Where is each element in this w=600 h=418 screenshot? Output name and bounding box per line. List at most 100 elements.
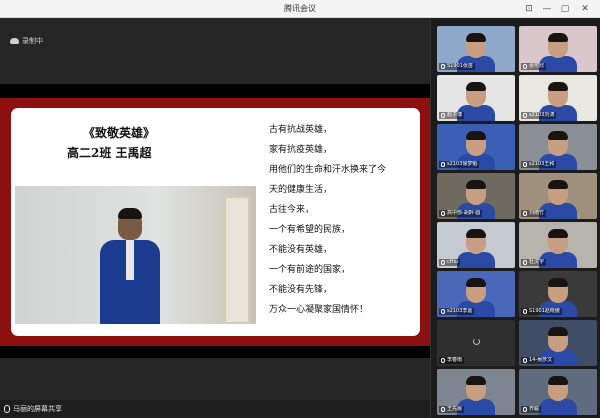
participant-name-text: s2103李嘉 <box>447 308 473 314</box>
mic-icon <box>4 405 10 413</box>
participant-name: 王先晨 <box>439 406 465 413</box>
mic-icon <box>441 407 445 412</box>
participant-name: 刘雨竹 <box>521 210 547 217</box>
participant-tile[interactable]: s2103徐梦魁 <box>437 124 515 170</box>
participant-name: 杜汶宇 <box>521 259 547 266</box>
participant-tile[interactable]: 杜汶宇 <box>519 222 597 268</box>
screen-share-owner: 马丽的屏幕共享 <box>13 405 62 413</box>
participant-face <box>548 327 568 352</box>
poem-line: 不能没有英雄， <box>269 245 333 255</box>
participant-face <box>548 82 568 107</box>
participant-tile[interactable]: s2103李嘉 <box>437 271 515 317</box>
participant-face <box>466 180 486 205</box>
close-button[interactable]: ✕ <box>578 2 592 16</box>
mic-icon <box>441 64 445 69</box>
maximize-button[interactable]: ▢ <box>558 2 572 16</box>
participant-name-text: s2103刘涛 <box>529 112 555 118</box>
participant-tile[interactable]: 刘雨竹 <box>519 173 597 219</box>
participant-face <box>548 278 568 303</box>
participant-face <box>466 82 486 107</box>
participant-name-text: S1901张苗 <box>447 63 473 69</box>
participant-face <box>466 131 486 156</box>
participant-tile[interactable]: cHiu <box>437 222 515 268</box>
poem-line: 用他们的生命和汗水换来了今 <box>269 165 387 175</box>
mic-icon <box>523 113 527 118</box>
slide-content: 《致敬英雄》 高二2班 王禹超 古有抗战英雄， 家有抗疫英雄， 用他们的生命和汗… <box>11 108 420 336</box>
participant-tile[interactable]: S1901赵晓傲 <box>519 271 597 317</box>
poem-line: 家有抗疫英雄， <box>269 145 333 155</box>
mic-icon <box>441 162 445 167</box>
poem-line: 古有抗战英雄， <box>269 125 333 135</box>
poem-line: 天的健康生活， <box>269 185 333 195</box>
participant-face <box>466 278 486 303</box>
participant-face <box>466 33 486 58</box>
participant-tile[interactable]: S1901张苗 <box>437 26 515 72</box>
participant-name: 张可欣 <box>521 63 547 70</box>
participant-tile[interactable]: 赵子博 <box>437 75 515 121</box>
participant-name-text: cHiu <box>447 259 459 265</box>
presentation-slide: 《致敬英雄》 高二2班 王禹超 古有抗战英雄， 家有抗疫英雄， 用他们的生命和汗… <box>0 98 430 346</box>
participant-body <box>539 399 577 415</box>
poem-line: 一个有前途的国家， <box>269 265 351 275</box>
participant-tile[interactable]: 齐聪 <box>519 369 597 415</box>
door <box>224 196 250 324</box>
shared-screen-area: 录制中 《致敬英雄》 高二2班 王禹超 古有抗战英雄， 家有抗疫英雄， 用他们的… <box>0 18 430 400</box>
poem-line: 不能没有先锋， <box>269 285 333 295</box>
participant-face <box>548 131 568 156</box>
poem-line: 古往今来， <box>269 205 315 215</box>
screen-share-label: 马丽的屏幕共享 <box>4 404 62 414</box>
participant-name-text: 杜汶宇 <box>529 259 545 265</box>
participant-tile[interactable]: s2103王和 <box>519 124 597 170</box>
mic-icon <box>441 260 445 265</box>
meeting-window: 腾讯会议 ⊡ — ▢ ✕ 录制中 《致敬英雄》 高二2班 王禹超 古有抗战英雄，… <box>0 0 600 418</box>
loading-icon <box>473 338 480 345</box>
participant-panel: S1901张苗 张可欣赵子博 s2103刘涛 s2103徐梦魁 s2103王和高中部-胡… <box>430 18 600 418</box>
participant-tile[interactable]: 张可欣 <box>519 26 597 72</box>
mic-icon <box>523 64 527 69</box>
mic-icon <box>441 211 445 216</box>
participant-name-text: s2103徐梦魁 <box>447 161 478 167</box>
participant-face <box>548 180 568 205</box>
participant-name-text: 刘雨竹 <box>529 210 545 216</box>
slide-title: 《致敬英雄》 <box>83 126 156 140</box>
participant-face <box>548 376 568 401</box>
participant-tile[interactable]: 14-吴彦文 <box>519 320 597 366</box>
poem-line: 万众一心凝聚家国情怀！ <box>269 305 369 315</box>
participant-name-text: s2103王和 <box>529 161 555 167</box>
participant-tile[interactable]: 高中部-胡黔·圆 <box>437 173 515 219</box>
participant-name: s2103刘涛 <box>521 112 557 119</box>
participant-tile[interactable]: s2103刘涛 <box>519 75 597 121</box>
participant-name-text: 齐聪 <box>529 406 540 412</box>
participant-face <box>466 376 486 401</box>
mic-icon <box>523 211 527 216</box>
mic-icon <box>441 113 445 118</box>
participant-name-text: 李春雨 <box>447 357 463 363</box>
participant-name: 李春雨 <box>439 357 465 364</box>
mic-icon <box>523 260 527 265</box>
embedded-video <box>15 186 256 324</box>
participant-name: S1901赵晓傲 <box>521 308 562 315</box>
participant-name: cHiu <box>439 259 461 266</box>
mic-icon <box>523 358 527 363</box>
participant-face <box>466 229 486 254</box>
mic-icon <box>523 407 527 412</box>
bottom-bar: 马丽的屏幕共享 <box>0 400 430 418</box>
poem-text: 古有抗战英雄， 家有抗疫英雄， 用他们的生命和汗水换来了今 天的健康生活， 古往… <box>269 120 386 320</box>
recording-indicator[interactable]: 录制中 <box>10 36 43 46</box>
participant-tile[interactable]: 李春雨 <box>437 320 515 366</box>
pin-icon[interactable]: ⊡ <box>522 2 536 16</box>
participant-name-text: 王先晨 <box>447 406 463 412</box>
participant-name: 14-吴彦文 <box>521 357 555 364</box>
mic-icon <box>523 162 527 167</box>
cloud-icon <box>10 38 19 44</box>
recording-label: 录制中 <box>22 37 43 45</box>
slide-subtitle: 高二2班 王禹超 <box>67 146 152 160</box>
participant-name-text: S1901赵晓傲 <box>529 308 560 314</box>
participant-name: s2103李嘉 <box>439 308 475 315</box>
participant-tile[interactable]: 王先晨 <box>437 369 515 415</box>
participant-name-text: 14-吴彦文 <box>529 357 553 363</box>
participant-name: 赵子博 <box>439 112 465 119</box>
mic-icon <box>441 309 445 314</box>
participant-face <box>548 33 568 58</box>
minimize-button[interactable]: — <box>540 2 554 16</box>
